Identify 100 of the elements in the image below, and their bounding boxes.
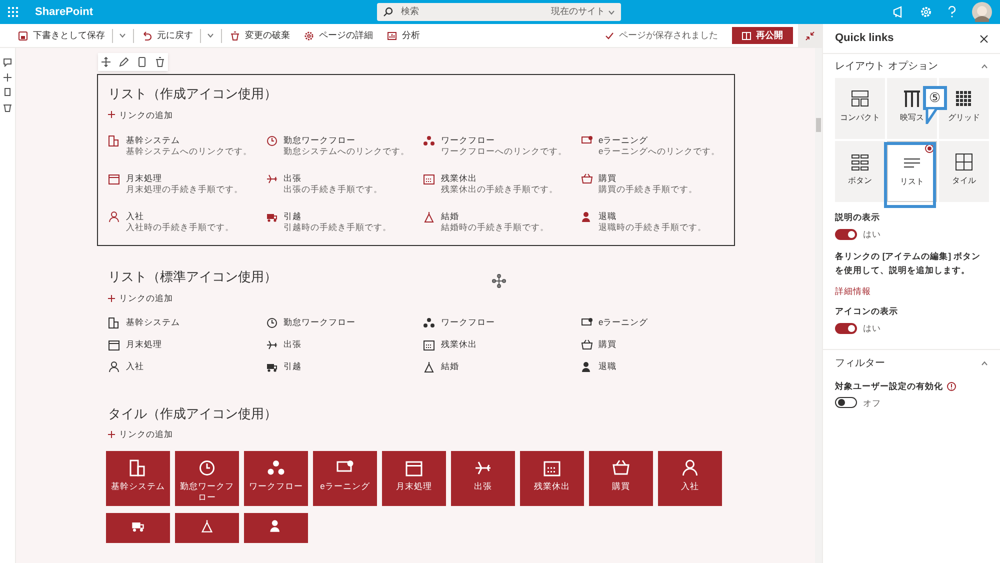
collapse-button[interactable] [798, 24, 822, 48]
quick-link[interactable]: ワークフロー [423, 316, 580, 328]
quick-link[interactable]: eラーニング eラーニングへのリンクです。 [580, 135, 738, 158]
link-title: 引越 [284, 360, 302, 372]
quick-link[interactable]: 基幹システム 基幹システムへのリンクです。 [108, 135, 266, 158]
help-icon[interactable] [948, 6, 956, 18]
monitor-icon [580, 316, 592, 328]
layout-option[interactable]: ボタン [835, 141, 885, 202]
group-header[interactable]: レイアウト オプション [823, 54, 1000, 78]
layout-option[interactable]: グリッド [939, 78, 989, 139]
quick-link[interactable]: 入社 入社時の手続き手順です。 [108, 211, 266, 234]
plus-icon [108, 294, 115, 302]
group-header[interactable]: フィルター [823, 352, 1000, 376]
chevron-down-icon [119, 33, 126, 38]
trash-icon[interactable] [3, 103, 12, 112]
close-icon[interactable] [980, 34, 988, 42]
add-link[interactable]: リンクの追加 [108, 428, 173, 441]
learn-more-link[interactable]: 詳細情報 [823, 284, 1000, 298]
quick-link[interactable]: 月末処理 月末処理の手続き手順です。 [108, 173, 266, 196]
quick-link[interactable]: 基幹システム [108, 316, 266, 328]
toggle-switch[interactable] [835, 397, 857, 408]
quick-link[interactable]: 出張 出張の手続き手順です。 [266, 173, 423, 196]
link-title: 引越 [284, 211, 302, 222]
calendar-icon [108, 173, 120, 186]
link-tile[interactable] [175, 512, 239, 543]
scope-dropdown[interactable]: 現在のサイト [551, 5, 615, 19]
quick-link[interactable]: 残業休出 [423, 338, 580, 350]
people-icon [423, 135, 435, 148]
chevron-up-icon [981, 361, 988, 366]
scrollbar-thumb[interactable] [816, 118, 821, 132]
calendar-icon [108, 338, 120, 350]
link-tile[interactable]: 月末処理 [382, 450, 446, 506]
quick-link[interactable]: 月末処理 [108, 338, 266, 350]
layout-option[interactable]: リスト [887, 141, 937, 202]
quick-link[interactable]: 残業休出 残業休出の手続き手順です。 [423, 173, 580, 196]
button-layout-icon [851, 153, 869, 171]
collapse-icon [805, 30, 815, 40]
link-tile[interactable]: eラーニング [313, 450, 377, 506]
link-title: 基幹システム [126, 316, 180, 328]
megaphone-icon[interactable] [892, 6, 904, 18]
link-tile[interactable]: 基幹システム [106, 450, 170, 506]
trash-icon[interactable] [155, 57, 165, 67]
move-icon[interactable] [101, 57, 111, 67]
copy-icon[interactable] [3, 88, 12, 97]
command-button[interactable]: ページの詳細 [300, 26, 377, 46]
quick-link[interactable]: 引越 [266, 360, 423, 372]
layout-option[interactable]: タイル [939, 141, 989, 202]
callout-pointer-icon [925, 108, 939, 124]
avatar-icon[interactable] [972, 2, 992, 22]
church-icon [200, 518, 214, 533]
app-launcher-icon[interactable] [7, 6, 19, 18]
settings-icon[interactable] [920, 6, 932, 18]
command-button[interactable]: 元に戻す [138, 26, 197, 46]
link-tile[interactable]: 出張 [451, 450, 515, 506]
basket-icon [612, 458, 630, 477]
person-icon [580, 211, 592, 224]
quick-link[interactable]: eラーニング [580, 316, 738, 328]
quick-link[interactable]: 結婚 結婚時の手続き手順です。 [423, 211, 580, 234]
move-icon[interactable] [3, 73, 12, 82]
toggle-switch[interactable] [835, 322, 857, 334]
command-button[interactable]: 分析 [383, 26, 424, 46]
quick-link[interactable]: 退職 [580, 360, 738, 372]
link-description: 出張の手続き手順です。 [284, 184, 382, 196]
move-icon[interactable] [492, 274, 506, 288]
command-button[interactable]: 下書きとして保存 [14, 26, 109, 46]
quick-link[interactable]: 退職 退職時の手続き手順です。 [580, 211, 738, 234]
search-field[interactable]: 検索 現在のサイト [377, 3, 621, 21]
publish-button[interactable]: 再公開 [732, 27, 793, 44]
link-tile[interactable] [106, 512, 170, 543]
add-link[interactable]: リンクの追加 [108, 292, 173, 304]
link-tile[interactable]: 残業休出 [520, 450, 584, 506]
airplane-icon [266, 173, 278, 186]
quick-link[interactable]: 勤怠ワークフロー [266, 316, 423, 328]
quick-link[interactable]: 入社 [108, 360, 266, 372]
edit-icon[interactable] [119, 57, 129, 67]
quick-link[interactable]: 勤怠ワークフロー 勤怠システムへのリンクです。 [266, 135, 423, 158]
link-tile[interactable]: ワークフロー [244, 450, 308, 506]
comment-icon[interactable] [3, 58, 12, 67]
link-tile[interactable] [244, 512, 308, 543]
quick-link[interactable]: 購買 [580, 338, 738, 350]
link-title: eラーニング [598, 316, 648, 328]
command-button[interactable]: 変更の破棄 [226, 26, 294, 46]
layout-option[interactable]: コンパクト [835, 78, 885, 139]
link-title: 購買 [598, 173, 618, 184]
link-tile[interactable]: 入社 [658, 450, 722, 506]
add-link[interactable]: リンクの追加 [108, 108, 173, 122]
link-title: eラーニング [598, 135, 650, 146]
toggle-switch[interactable] [835, 228, 857, 240]
link-description: 残業休出の手続き手順です。 [441, 184, 558, 196]
quick-link[interactable]: 引越 引越時の手続き手順です。 [266, 211, 423, 234]
copy-icon[interactable] [137, 57, 147, 67]
quick-link[interactable]: ワークフロー ワークフローへのリンクです。 [423, 135, 580, 158]
quick-link[interactable]: 購買 購買の手続き手順です。 [580, 173, 738, 196]
link-tile[interactable]: 勤怠ワークフロー [175, 450, 239, 506]
quick-link[interactable]: 出張 [266, 338, 423, 350]
calendar-icon [423, 338, 435, 350]
quick-link[interactable]: 結婚 [423, 360, 580, 372]
link-tile[interactable]: 購買 [589, 450, 653, 506]
link-title: 勤怠ワークフロー [284, 135, 356, 146]
calendar-icon [423, 173, 435, 186]
